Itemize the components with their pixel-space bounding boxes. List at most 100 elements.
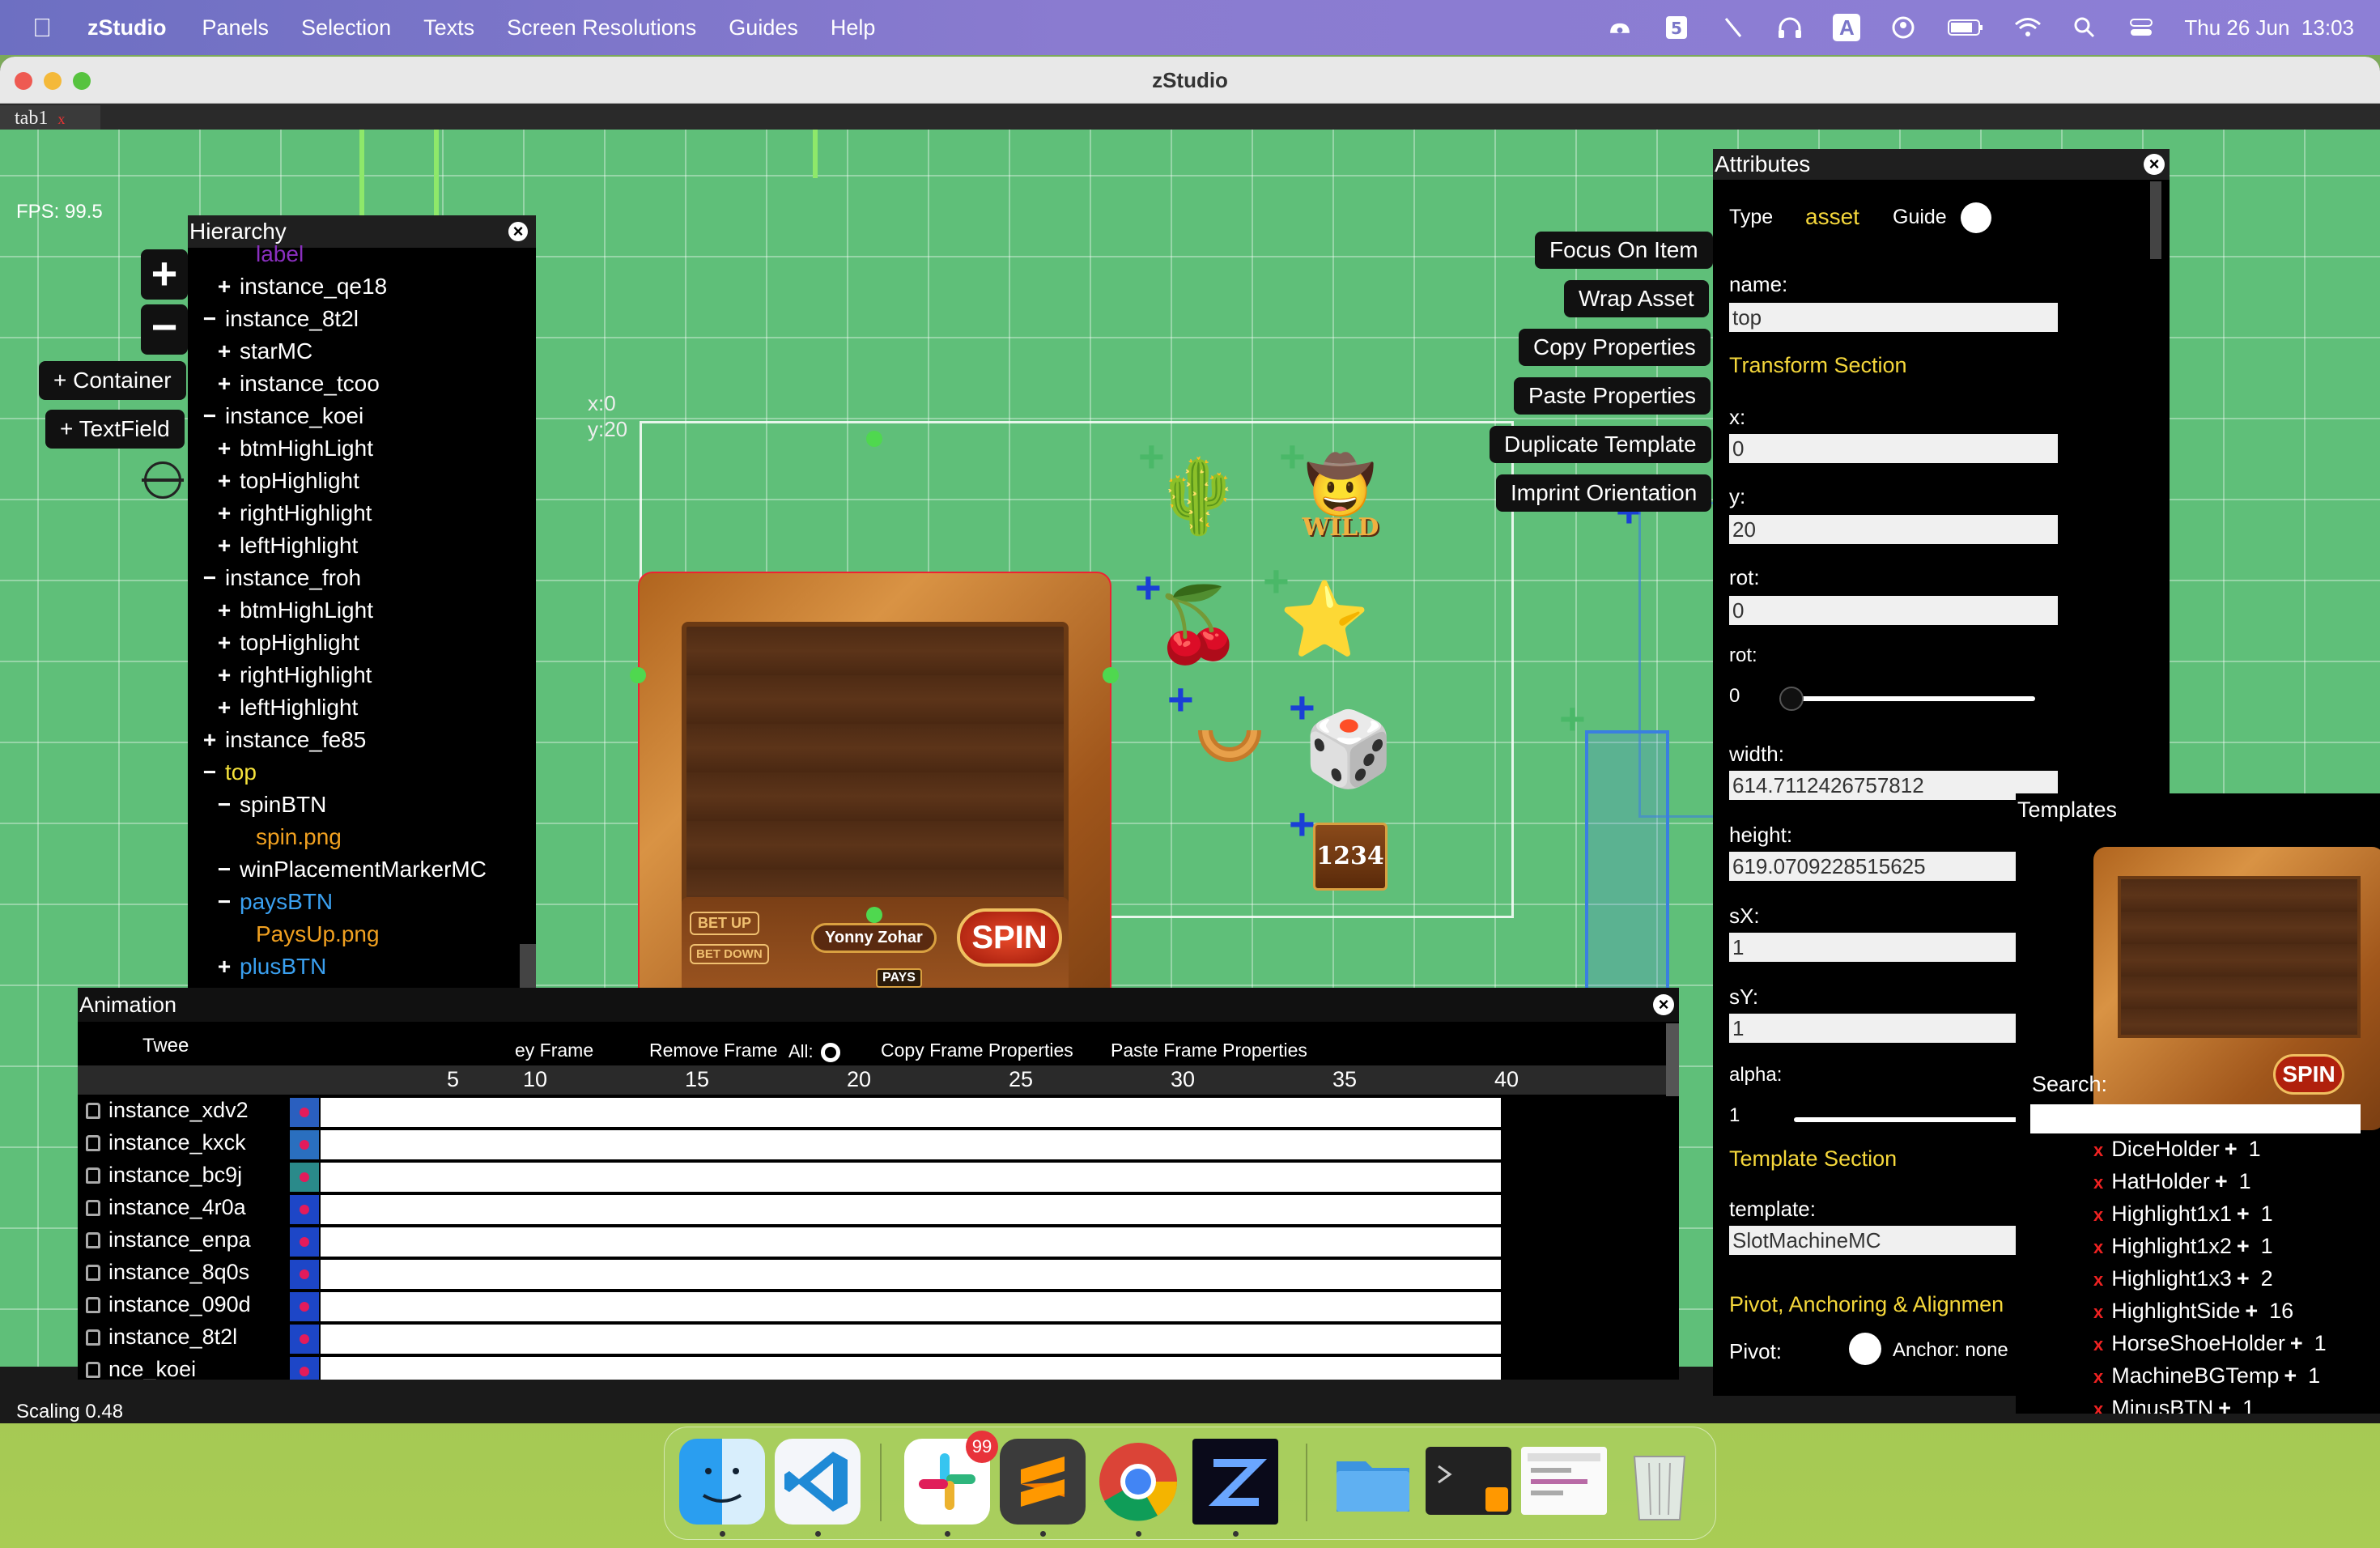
- terminal-icon[interactable]: [1426, 1447, 1511, 1515]
- hierarchy-node[interactable]: − instance_8t2l: [188, 303, 536, 335]
- template-list-item[interactable]: x Highlight1x1 +1: [2093, 1201, 2273, 1227]
- user-icon[interactable]: [1889, 14, 1917, 41]
- resize-handle-left[interactable]: [630, 667, 646, 683]
- star-symbol[interactable]: ⭐: [1279, 580, 1370, 661]
- guide-line-3[interactable]: [813, 130, 818, 178]
- x-field[interactable]: [1729, 434, 2058, 463]
- hierarchy-node[interactable]: − paysBTN: [188, 886, 536, 918]
- hierarchy-node[interactable]: + btmHighLight: [188, 432, 536, 465]
- search-icon[interactable]: [2071, 14, 2098, 41]
- add-key-frame-button[interactable]: ey Frame: [515, 1040, 593, 1061]
- expand-icon[interactable]: +: [214, 432, 235, 465]
- template-list-item[interactable]: x DiceHolder +1: [2093, 1137, 2261, 1162]
- keyframe[interactable]: [290, 1325, 319, 1354]
- focus-on-item-button[interactable]: Focus On Item: [1535, 232, 1713, 269]
- menu-help[interactable]: Help: [831, 15, 876, 40]
- timeline-track[interactable]: [321, 1325, 1501, 1354]
- bet-up-button[interactable]: BET UP: [690, 912, 760, 935]
- timeline-row[interactable]: instance_bc9j: [78, 1161, 1679, 1193]
- close-window-button[interactable]: [15, 72, 32, 90]
- wifi-icon[interactable]: [2014, 14, 2042, 41]
- remove-template-icon[interactable]: x: [2093, 1302, 2103, 1322]
- close-icon[interactable]: ×: [2144, 154, 2165, 175]
- lock-icon[interactable]: [86, 1167, 100, 1184]
- timeline-ruler[interactable]: 5 10 15 20 25 30 35 40: [78, 1065, 1679, 1095]
- attributes-scrollbar[interactable]: [2150, 181, 2161, 259]
- add-instance-icon[interactable]: +: [2218, 1396, 2231, 1414]
- expand-icon[interactable]: +: [214, 497, 235, 529]
- hierarchy-node[interactable]: + topHighlight: [188, 465, 536, 497]
- remove-template-icon[interactable]: x: [2093, 1205, 2103, 1225]
- menu-guides[interactable]: Guides: [729, 15, 798, 40]
- transform-section-header[interactable]: Transform Section: [1729, 353, 1907, 378]
- zstudio-icon[interactable]: [1192, 1439, 1278, 1525]
- hierarchy-node[interactable]: + instance_fe85: [188, 724, 536, 756]
- cactus-symbol[interactable]: 🌵: [1153, 457, 1243, 538]
- alpha-slider-track[interactable]: [1794, 1108, 2040, 1132]
- collapse-icon[interactable]: −: [214, 853, 235, 886]
- pivot-marker[interactable]: +: [1559, 696, 1586, 742]
- remove-template-icon[interactable]: x: [2093, 1140, 2103, 1160]
- horseshoe-symbol[interactable]: [1193, 706, 1266, 787]
- template-list-item[interactable]: x Highlight1x2 +1: [2093, 1234, 2273, 1259]
- hierarchy-node[interactable]: − winPlacementMarkerMC: [188, 853, 536, 886]
- number-symbol[interactable]: 1234: [1313, 823, 1388, 891]
- menu-texts[interactable]: Texts: [423, 15, 474, 40]
- copy-frame-properties-button[interactable]: Copy Frame Properties: [881, 1040, 1073, 1061]
- timeline-row[interactable]: instance_090d: [78, 1291, 1679, 1323]
- collapse-icon[interactable]: −: [214, 789, 235, 821]
- expand-icon[interactable]: +: [214, 594, 235, 627]
- keyframe[interactable]: [290, 1163, 319, 1192]
- fit-view-icon[interactable]: [142, 461, 184, 499]
- all-radio[interactable]: [821, 1043, 840, 1062]
- lock-icon[interactable]: [86, 1362, 100, 1378]
- remove-template-icon[interactable]: x: [2093, 1334, 2103, 1354]
- attributes-header[interactable]: Attributes ×: [1713, 149, 2170, 180]
- add-textfield-button[interactable]: + TextField: [45, 410, 185, 449]
- add-instance-icon[interactable]: +: [2284, 1363, 2297, 1388]
- animation-header[interactable]: Animation: [78, 988, 1679, 1022]
- collapse-icon[interactable]: −: [199, 562, 220, 594]
- zoom-out-button[interactable]: −: [141, 304, 188, 355]
- hierarchy-node[interactable]: + instance_tcoo: [188, 368, 536, 400]
- menubar-clock[interactable]: Thu 26 Jun 13:03: [2184, 15, 2354, 40]
- vscode-icon[interactable]: [775, 1439, 861, 1525]
- control-center-icon[interactable]: [2127, 14, 2155, 41]
- timeline-track[interactable]: [321, 1098, 1501, 1127]
- collapse-icon[interactable]: −: [214, 886, 235, 918]
- template-list-item[interactable]: x MachineBGTemp +1: [2093, 1363, 2320, 1389]
- remove-template-icon[interactable]: x: [2093, 1237, 2103, 1257]
- rot-slider-track[interactable]: [1779, 687, 2035, 711]
- remove-template-icon[interactable]: x: [2093, 1172, 2103, 1193]
- expand-icon[interactable]: +: [214, 335, 235, 368]
- close-icon[interactable]: ×: [1653, 994, 1674, 1015]
- expand-icon[interactable]: +: [214, 950, 235, 983]
- menu-panels[interactable]: Panels: [202, 15, 269, 40]
- template-list-item[interactable]: x HighlightSide +16: [2093, 1299, 2293, 1324]
- hierarchy-node[interactable]: + plusBTN: [188, 950, 536, 983]
- lock-icon[interactable]: [86, 1265, 100, 1281]
- remove-template-icon[interactable]: x: [2093, 1367, 2103, 1387]
- template-field[interactable]: [1729, 1226, 2058, 1255]
- width-field[interactable]: [1729, 771, 2058, 800]
- template-preview[interactable]: SPIN: [2093, 847, 2380, 1130]
- expand-icon[interactable]: +: [214, 691, 235, 724]
- paste-frame-properties-button[interactable]: Paste Frame Properties: [1111, 1040, 1307, 1061]
- timeline-row[interactable]: instance_enpa: [78, 1226, 1679, 1258]
- name-field[interactable]: [1729, 303, 2058, 332]
- add-instance-icon[interactable]: +: [2237, 1201, 2250, 1226]
- template-list-item[interactable]: x Highlight1x3 +2: [2093, 1266, 2273, 1291]
- imprint-orientation-button[interactable]: Imprint Orientation: [1496, 474, 1712, 512]
- hierarchy-node[interactable]: + leftHighlight: [188, 529, 536, 562]
- keyframe[interactable]: [290, 1260, 319, 1289]
- timeline-row[interactable]: instance_4r0a: [78, 1193, 1679, 1226]
- lock-icon[interactable]: [86, 1329, 100, 1346]
- tween-button[interactable]: Twee: [142, 1035, 189, 1057]
- rot-field[interactable]: [1729, 596, 2058, 625]
- preview-icon[interactable]: [1521, 1447, 1607, 1515]
- dice-symbol[interactable]: 🎲: [1303, 709, 1394, 790]
- battery-icon[interactable]: [1946, 14, 1985, 41]
- tab-tab1[interactable]: tab1 x: [0, 105, 100, 131]
- lock-icon[interactable]: [86, 1135, 100, 1151]
- add-instance-icon[interactable]: +: [2237, 1234, 2250, 1258]
